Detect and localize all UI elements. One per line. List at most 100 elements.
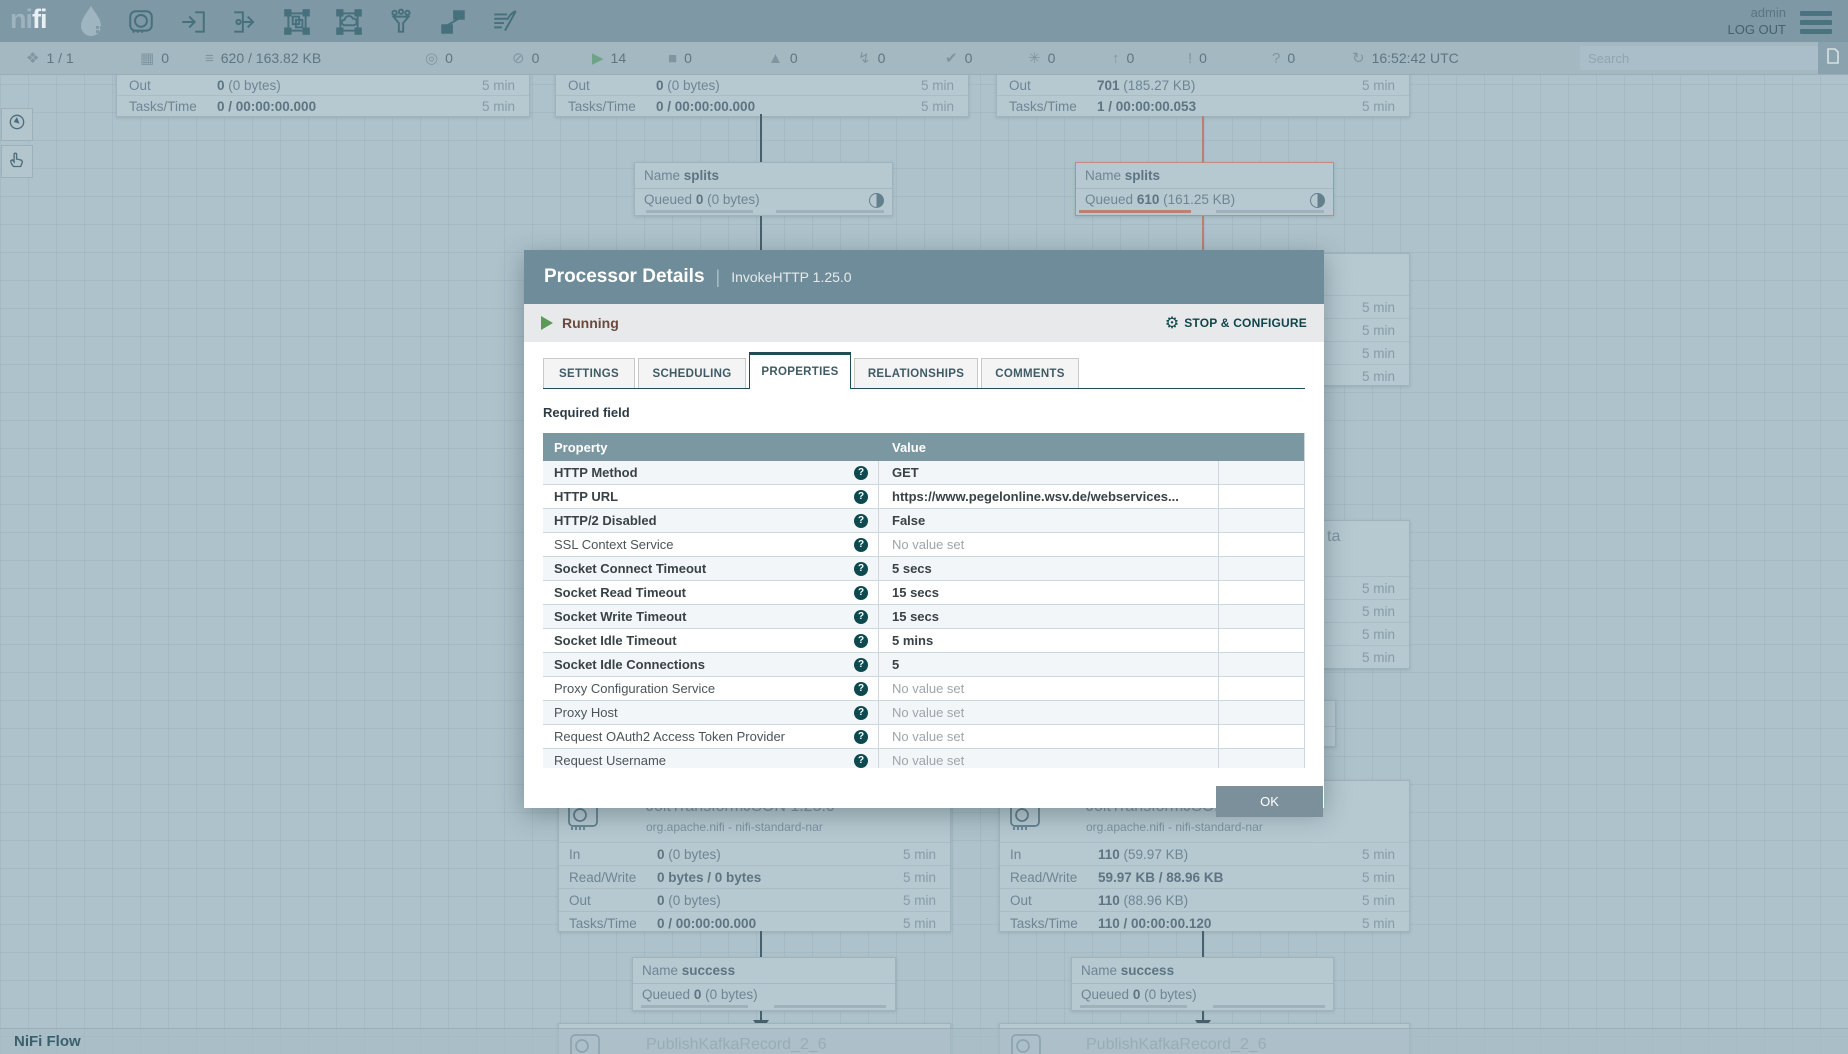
- current-user: admin: [1727, 4, 1786, 21]
- help-icon[interactable]: ?: [854, 490, 868, 504]
- nifi-droplet-icon: [72, 2, 110, 45]
- help-icon[interactable]: ?: [854, 538, 868, 552]
- logout-link[interactable]: LOG OUT: [1727, 21, 1786, 38]
- sync-failure-count-icon: ?: [1272, 50, 1280, 67]
- output-port-draggable-icon[interactable]: [231, 8, 259, 36]
- property-row: Socket Write Timeout? 15 secs: [543, 605, 1304, 629]
- load-balance-icon: [869, 193, 884, 208]
- input-port-draggable-icon[interactable]: [179, 8, 207, 36]
- tab-scheduling[interactable]: SCHEDULING: [638, 358, 746, 388]
- property-row: HTTP/2 Disabled? False: [543, 509, 1304, 533]
- connection-line: [760, 931, 762, 957]
- breadcrumb[interactable]: NiFi Flow: [14, 1033, 81, 1050]
- locally-modified-count-icon: ✳: [1028, 49, 1041, 67]
- global-menu-button[interactable]: [1800, 11, 1832, 38]
- tab-relationships[interactable]: RELATIONSHIPS: [854, 358, 978, 388]
- app-header: nifi admin LOG OUT: [0, 0, 1848, 42]
- hand-icon: [7, 149, 27, 174]
- disabled-count-icon: ↯: [858, 49, 871, 67]
- help-icon[interactable]: ?: [854, 658, 868, 672]
- stale-count-icon: ↑: [1112, 50, 1120, 67]
- properties-table: Property Value HTTP Method? GET HTTP URL…: [543, 433, 1305, 768]
- queued-icon: ≡: [205, 50, 214, 67]
- column-value: Value: [879, 440, 1219, 455]
- help-icon[interactable]: ?: [854, 610, 868, 624]
- dialog-tabs: SETTINGS SCHEDULING PROPERTIES RELATIONS…: [543, 352, 1305, 389]
- help-icon[interactable]: ?: [854, 730, 868, 744]
- processor-draggable-icon[interactable]: [127, 8, 155, 36]
- property-row: Socket Connect Timeout? 5 secs: [543, 557, 1304, 581]
- connection-label-success[interactable]: Name success Queued 0 (0 bytes): [1071, 957, 1334, 1011]
- connection-label-success[interactable]: Name success Queued 0 (0 bytes): [632, 957, 896, 1011]
- compass-icon: [7, 112, 27, 137]
- help-icon[interactable]: ?: [854, 682, 868, 696]
- refresh-icon[interactable]: ↻: [1352, 49, 1365, 67]
- connection-line: [760, 214, 762, 250]
- template-draggable-icon[interactable]: [439, 8, 467, 36]
- dialog-status-bar: Running ⚙ STOP & CONFIGURE: [524, 304, 1324, 342]
- connection-line: [760, 114, 762, 162]
- help-icon[interactable]: ?: [854, 754, 868, 768]
- gear-icon: ⚙: [1165, 313, 1179, 333]
- label-draggable-icon[interactable]: [491, 8, 519, 36]
- not-transmitting-icon: ⊘: [512, 49, 525, 67]
- property-row: Request OAuth2 Access Token Provider? No…: [543, 725, 1304, 749]
- title-separator: |: [716, 267, 721, 288]
- property-row: SSL Context Service? No value set: [543, 533, 1304, 557]
- breadcrumb-bar: NiFi Flow: [0, 1028, 1848, 1054]
- property-row: Proxy Host? No value set: [543, 701, 1304, 725]
- property-row: HTTP Method? GET: [543, 461, 1304, 485]
- connection-line: [1202, 116, 1204, 162]
- stat-row: Tasks/Time0 / 00:00:00.0005 min: [117, 95, 529, 116]
- nifi-app: Out0 (0 bytes)5 min Tasks/Time0 / 00:00:…: [0, 0, 1848, 1054]
- stat-row: Out701 (185.27 KB)5 min: [997, 75, 1409, 95]
- help-icon[interactable]: ?: [854, 514, 868, 528]
- queue-bar: [776, 210, 884, 213]
- ok-button[interactable]: OK: [1216, 786, 1323, 817]
- stop-and-configure-button[interactable]: ⚙ STOP & CONFIGURE: [1165, 313, 1307, 333]
- last-refresh-time: 16:52:42 UTC: [1372, 50, 1459, 66]
- up-to-date-count-icon: ✔: [945, 49, 958, 67]
- load-balance-icon: [1310, 193, 1325, 208]
- property-row-partial: Request Username? No value set: [543, 749, 1304, 768]
- processor-stats-box[interactable]: Out0 (0 bytes)5 min Tasks/Time0 / 00:00:…: [116, 74, 530, 117]
- stat-row: Out0 (0 bytes)5 min: [117, 75, 529, 95]
- stopped-count-icon: ■: [668, 50, 677, 67]
- connected-nodes-icon: ❖: [26, 49, 39, 67]
- operate-palette-button[interactable]: [1, 145, 33, 178]
- properties-table-header: Property Value: [543, 433, 1304, 461]
- help-icon[interactable]: ?: [854, 586, 868, 600]
- process-group-draggable-icon[interactable]: [283, 8, 311, 36]
- dialog-header: Processor Details | InvokeHTTP 1.25.0: [524, 250, 1324, 304]
- connection-label-splits[interactable]: Name splits Queued 610 (161.25 KB): [1075, 162, 1334, 216]
- stat-row: Out0 (0 bytes)5 min: [556, 75, 968, 95]
- help-icon[interactable]: ?: [854, 466, 868, 480]
- tab-settings[interactable]: SETTINGS: [543, 358, 635, 388]
- column-property: Property: [543, 440, 879, 455]
- queue-bar: [1080, 1005, 1187, 1008]
- property-row: HTTP URL? https://www.pegelonline.wsv.de…: [543, 485, 1304, 509]
- processor-stats-box[interactable]: Out0 (0 bytes)5 min Tasks/Time0 / 00:00:…: [555, 74, 969, 117]
- funnel-draggable-icon[interactable]: [387, 8, 415, 36]
- stat-row: Tasks/Time0 / 00:00:00.0005 min: [556, 95, 968, 116]
- tab-properties[interactable]: PROPERTIES: [749, 352, 851, 389]
- document-icon: [1825, 47, 1841, 70]
- required-field-note: Required field: [543, 405, 1305, 420]
- help-icon[interactable]: ?: [854, 706, 868, 720]
- queue-bar: [1216, 210, 1324, 213]
- help-icon[interactable]: ?: [854, 562, 868, 576]
- property-row: Proxy Configuration Service? No value se…: [543, 677, 1304, 701]
- connection-label-splits[interactable]: Name splits Queued 0 (0 bytes): [634, 162, 893, 216]
- processor-type-version: InvokeHTTP 1.25.0: [731, 269, 851, 285]
- processor-stats-box[interactable]: Out701 (185.27 KB)5 min Tasks/Time1 / 00…: [996, 74, 1410, 117]
- running-count-icon: ▶: [592, 49, 604, 67]
- tab-comments[interactable]: COMMENTS: [981, 358, 1079, 388]
- locally-modified-stale-count-icon: !: [1188, 50, 1192, 67]
- transmitting-icon: ◎: [425, 49, 438, 67]
- help-icon[interactable]: ?: [854, 634, 868, 648]
- search-input[interactable]: [1580, 46, 1822, 70]
- remote-process-group-draggable-icon[interactable]: [335, 8, 363, 36]
- ports-icon: ▦: [140, 49, 154, 67]
- search-settings-button[interactable]: [1818, 42, 1848, 74]
- navigate-palette-button[interactable]: [1, 108, 33, 141]
